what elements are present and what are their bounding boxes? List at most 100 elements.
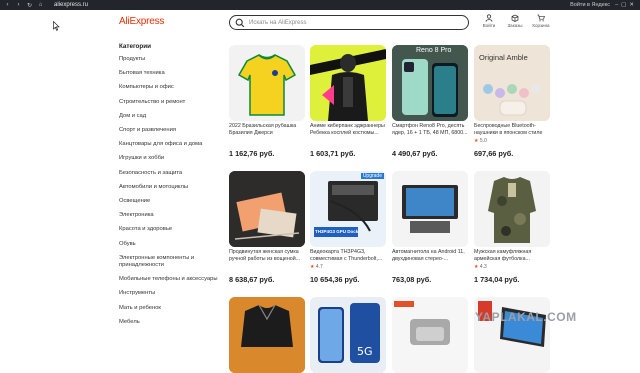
product-card[interactable]: 2022 Бразильская рубашка Бразилия Джерси…	[229, 45, 305, 158]
product-name[interactable]: Мужская камуфляжная армейская футболка..…	[474, 249, 550, 262]
leather-bag-image	[229, 171, 305, 247]
upgrade-badge: Upgrade	[360, 173, 384, 179]
product-name[interactable]: Продвинутая женская сумка ручной работы …	[229, 249, 305, 262]
product-name[interactable]: Автомагнитола на Android 11, двухдиновая…	[392, 249, 468, 262]
product-price: 1 734,04 руб.	[474, 275, 520, 284]
product-card[interactable]: Автомагнитола на Android 11, двухдиновая…	[392, 171, 468, 284]
product-name[interactable]: Беспроводные Bluetooth-наушники в японск…	[474, 123, 550, 136]
sidebar-category-item[interactable]: Инструменты	[119, 290, 219, 297]
product-image[interactable]: Reno 8 Pro	[392, 45, 468, 121]
product-card[interactable]: Мужская камуфляжная армейская футболка..…	[474, 171, 550, 284]
product-image[interactable]	[310, 45, 386, 121]
cart-button[interactable]: Корзина	[528, 14, 554, 28]
product-card[interactable]	[474, 297, 550, 373]
sidebar-category-item[interactable]: Освещение	[119, 198, 219, 205]
product-name[interactable]: Видеокарта TH3P4G3, совместимая с Thunde…	[310, 249, 386, 262]
sidebar-category-item[interactable]: Автомобили и мотоциклы	[119, 184, 219, 191]
gpu-dock-image	[310, 171, 386, 247]
star-icon: ★	[474, 138, 479, 144]
product-price: 1 603,71 руб.	[310, 149, 356, 158]
sidebar-category-item[interactable]: Мебель	[119, 319, 219, 326]
forward-icon[interactable]: ›	[15, 2, 22, 9]
product-name[interactable]: Аниме киберпанк эджраннеры Ребекка коспл…	[310, 123, 386, 136]
product-card[interactable]	[392, 297, 468, 373]
product-card[interactable]: 5G	[310, 297, 386, 373]
product-name[interactable]: Смартфон Reno8 Pro, десять ядер, 16 + 1 …	[392, 123, 468, 136]
sidebar-category-item[interactable]: Мобильные телефоны и аксессуары	[119, 276, 219, 283]
orders-label: Заказы	[507, 23, 523, 28]
sidebar-category-item[interactable]: Мать и ребенок	[119, 305, 219, 312]
rating-value: 4.3	[479, 264, 487, 270]
product-image[interactable]: Original Amble	[474, 45, 550, 121]
polo-shirt-image	[229, 297, 305, 373]
sidebar-category-item[interactable]: Обувь	[119, 241, 219, 248]
watermark-text: YAPLAKAL.COM	[475, 310, 577, 324]
product-card[interactable]: Original Amble Беспроводные Bluetooth-на…	[474, 45, 550, 158]
car-radio-image	[392, 171, 468, 247]
product-image[interactable]	[229, 297, 305, 373]
product-price: 697,66 руб.	[474, 149, 514, 158]
login-label: Войти	[482, 23, 496, 28]
sidebar-category-item[interactable]: Электроника	[119, 212, 219, 219]
category-sidebar: Категории Продукты Бытовая техника Компьют…	[119, 42, 219, 333]
sidebar-category-item[interactable]: Электронные компоненты и принадлежности	[119, 255, 219, 269]
rating-value: 4.7	[315, 264, 323, 270]
product-price: 8 638,67 руб.	[229, 275, 275, 284]
star-icon: ★	[310, 264, 315, 270]
search-icon	[235, 18, 245, 27]
window-controls[interactable]: –▢✕	[615, 2, 637, 8]
browser-toolbar: ‹ › ↻ ⌂ aliexpress.ru Войти в Яндекс –▢✕	[0, 0, 640, 10]
orders-button[interactable]: Заказы	[502, 14, 528, 28]
sidebar-category-item[interactable]: Спорт и развлечения	[119, 127, 219, 134]
home-icon[interactable]: ⌂	[37, 2, 44, 9]
product-rating: ★ 5.0	[474, 138, 550, 145]
user-icon	[485, 14, 493, 22]
product-image[interactable]	[474, 171, 550, 247]
product-name[interactable]: 2022 Бразильская рубашка Бразилия Джерси	[229, 123, 305, 136]
sidebar-category-item[interactable]: Безопасность и защита	[119, 170, 219, 177]
product-image[interactable]	[392, 297, 468, 373]
star-icon: ★	[474, 264, 479, 270]
browser-signin-link[interactable]: Войти в Яндекс	[570, 2, 610, 8]
product-image[interactable]: 5G	[310, 297, 386, 373]
product-price: 4 490,67 руб.	[392, 149, 438, 158]
product-badge: Reno 8 Pro	[416, 47, 452, 54]
sidebar-category-item[interactable]: Канцтовары для офиса и дома	[119, 141, 219, 148]
product-card[interactable]: Upgrade TH3P4G3 GPU Dock Видеокарта TH3P…	[310, 171, 386, 284]
box-icon	[511, 14, 519, 22]
smartphone-image	[392, 45, 468, 121]
product-image[interactable]: Upgrade TH3P4G3 GPU Dock	[310, 171, 386, 247]
sidebar-category-item[interactable]: Строительство и ремонт	[119, 99, 219, 106]
category-list: Продукты Бытовая техника Компьютеры и офис…	[119, 56, 219, 326]
product-card[interactable]	[229, 297, 305, 373]
reload-icon[interactable]: ↻	[26, 2, 33, 9]
sidebar-category-item[interactable]: Бытовая техника	[119, 70, 219, 77]
sidebar-category-item[interactable]: Дом и сад	[119, 113, 219, 120]
sidebar-category-item[interactable]: Красота и здоровье	[119, 226, 219, 233]
product-rating	[392, 138, 468, 145]
aliexpress-logo[interactable]: AliExpress	[119, 16, 164, 27]
product-image[interactable]	[392, 171, 468, 247]
address-bar[interactable]: aliexpress.ru	[54, 2, 88, 8]
search-input[interactable]: Искать на AliExpress	[229, 15, 469, 30]
product-rating: ★ 4.3	[474, 264, 550, 271]
product-card[interactable]: Продвинутая женская сумка ручной работы …	[229, 171, 305, 284]
product-card[interactable]: Аниме киберпанк эджраннеры Ребекка коспл…	[310, 45, 386, 158]
product-price: 763,08 руб.	[392, 275, 432, 284]
sidebar-category-item[interactable]: Компьютеры и офис	[119, 84, 219, 91]
sidebar-category-item[interactable]: Продукты	[119, 56, 219, 63]
product-card[interactable]: Reno 8 Pro Смартфон Reno8 Pro, десять яд…	[392, 45, 468, 158]
product-image[interactable]	[229, 45, 305, 121]
site-header: AliExpress Искать на AliExpress Войти За…	[0, 10, 640, 35]
product-rating	[392, 264, 468, 271]
product-image[interactable]	[229, 171, 305, 247]
phone-5g-image: 5G	[310, 297, 386, 373]
rating-value: 5.0	[479, 138, 487, 144]
back-icon[interactable]: ‹	[4, 2, 11, 9]
mouse-cursor-icon	[53, 21, 60, 31]
product-rating	[229, 264, 305, 271]
sidebar-category-item[interactable]: Игрушки и хобби	[119, 155, 219, 162]
cosplay-costume-image	[310, 45, 386, 121]
product-image[interactable]	[474, 297, 550, 373]
login-button[interactable]: Войти	[476, 14, 502, 28]
